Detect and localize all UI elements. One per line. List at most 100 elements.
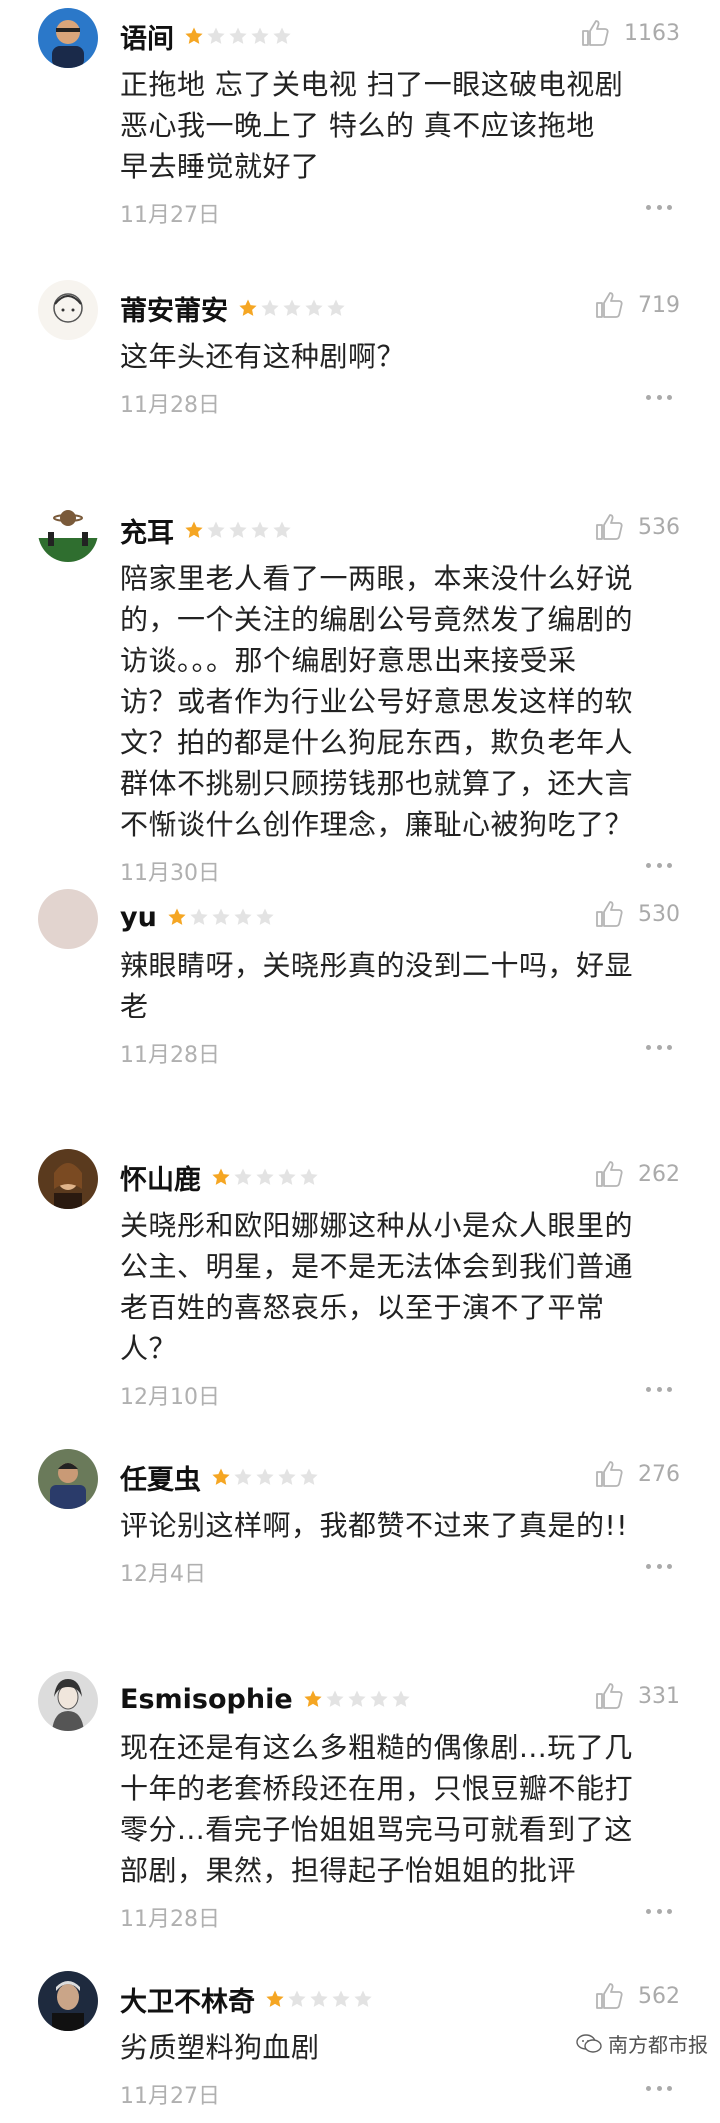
star-empty-icon <box>234 1168 252 1185</box>
star-empty-icon <box>207 27 225 44</box>
avatar[interactable] <box>38 889 98 949</box>
rating-stars <box>265 1989 375 2009</box>
like-button[interactable]: 719 <box>594 290 680 320</box>
rating-stars <box>184 520 294 540</box>
watermark: 南方都市报 <box>576 2029 708 2058</box>
star-filled-icon <box>212 1468 230 1485</box>
star-empty-icon <box>370 1690 388 1707</box>
star-empty-icon <box>234 1468 252 1485</box>
star-empty-icon <box>256 908 274 925</box>
star-filled-icon <box>212 1168 230 1185</box>
star-empty-icon <box>300 1168 318 1185</box>
comment-text: 正拖地 忘了关电视 扫了一眼这破电视剧 恶心我一晚上了 特么的 真不应该拖地 早… <box>120 68 624 183</box>
star-empty-icon <box>261 299 279 316</box>
comment-text: 现在还是有这么多粗糙的偶像剧...玩了几 十年的老套桥段还在用，只恨豆瓣不能打 … <box>120 1731 634 1887</box>
star-filled-icon <box>185 521 203 538</box>
avatar[interactable] <box>38 8 98 68</box>
avatar[interactable] <box>38 1671 98 1731</box>
user-name[interactable]: 语间 <box>120 17 174 56</box>
star-empty-icon <box>283 299 301 316</box>
comment-date: 11月27日 <box>120 2084 220 2109</box>
star-empty-icon <box>300 1468 318 1485</box>
star-empty-icon <box>273 27 291 44</box>
thumbs-up-icon <box>596 292 623 318</box>
rating-stars <box>167 907 277 927</box>
rating-stars <box>211 1467 321 1487</box>
star-empty-icon <box>326 1690 344 1707</box>
like-button[interactable]: 536 <box>594 512 680 542</box>
comment-feed: 语间 1163 正拖地 忘了关电视 扫了一眼这破电视剧 恶心我一晚上了 特么的 … <box>0 0 720 2123</box>
thumbs-up-icon <box>596 901 623 927</box>
thumbs-up-icon <box>582 20 609 46</box>
more-options-icon[interactable] <box>646 863 672 871</box>
like-count: 1163 <box>624 20 680 46</box>
more-options-icon[interactable] <box>646 1564 672 1572</box>
like-button[interactable]: 1163 <box>580 18 680 48</box>
star-empty-icon <box>256 1168 274 1185</box>
star-filled-icon <box>266 1990 284 2007</box>
more-options-icon[interactable] <box>646 205 672 213</box>
like-count: 530 <box>638 901 680 927</box>
avatar[interactable] <box>38 280 98 340</box>
watermark-text: 南方都市报 <box>608 2033 708 2057</box>
comment-item: 充耳 536 陪家里老人看了一两眼，本来没什么好说 的，一个关注的编剧公号竟然发… <box>0 494 720 886</box>
user-name[interactable]: 充耳 <box>120 511 174 550</box>
user-name[interactable]: 莆安莆安 <box>120 289 228 328</box>
star-empty-icon <box>251 27 269 44</box>
comment-item: yu 530 辣眼睛呀，关晓彤真的没到二十吗，好显 老 11月28日 <box>0 881 720 1081</box>
comment-date: 11月28日 <box>120 1043 220 1068</box>
comment-text: 辣眼睛呀，关晓彤真的没到二十吗，好显 老 <box>120 949 634 1023</box>
star-empty-icon <box>229 27 247 44</box>
thumbs-up-icon <box>596 1161 623 1187</box>
user-name[interactable]: 任夏虫 <box>120 1458 201 1497</box>
avatar[interactable] <box>38 1149 98 1209</box>
star-empty-icon <box>327 299 345 316</box>
user-name[interactable]: yu <box>120 902 157 933</box>
star-empty-icon <box>273 521 291 538</box>
comment-date: 12月4日 <box>120 1562 206 1587</box>
comment-text: 关晓彤和欧阳娜娜这种从小是众人眼里的 公主、明星，是不是无法体会到我们普通 老百… <box>120 1209 634 1365</box>
star-filled-icon <box>304 1690 322 1707</box>
comment-text: 陪家里老人看了一两眼，本来没什么好说 的，一个关注的编剧公号竟然发了编剧的 访谈… <box>120 562 634 841</box>
user-name[interactable]: 大卫不林奇 <box>120 1980 255 2019</box>
like-button[interactable]: 331 <box>594 1681 680 1711</box>
like-button[interactable]: 530 <box>594 899 680 929</box>
like-count: 276 <box>638 1461 680 1487</box>
comment-item: 怀山鹿 262 关晓彤和欧阳娜娜这种从小是众人眼里的 公主、明星，是不是无法体会… <box>0 1141 720 1410</box>
user-name[interactable]: Esmisophie <box>120 1684 293 1715</box>
star-empty-icon <box>229 521 247 538</box>
like-count: 719 <box>638 292 680 318</box>
comment-date: 12月10日 <box>120 1385 220 1410</box>
star-empty-icon <box>278 1468 296 1485</box>
rating-stars <box>303 1689 413 1709</box>
wechat-icon <box>576 2033 602 2053</box>
star-empty-icon <box>348 1690 366 1707</box>
more-options-icon[interactable] <box>646 1045 672 1053</box>
like-button[interactable]: 562 <box>594 1981 680 2011</box>
star-empty-icon <box>256 1468 274 1485</box>
more-options-icon[interactable] <box>646 2086 672 2094</box>
rating-stars <box>238 298 348 318</box>
more-options-icon[interactable] <box>646 1909 672 1917</box>
rating-stars <box>184 26 294 46</box>
comment-item: 语间 1163 正拖地 忘了关电视 扫了一眼这破电视剧 恶心我一晚上了 特么的 … <box>0 0 720 228</box>
avatar[interactable] <box>38 1971 98 2031</box>
avatar[interactable] <box>38 502 98 562</box>
star-empty-icon <box>212 908 230 925</box>
user-name[interactable]: 怀山鹿 <box>120 1158 201 1197</box>
star-empty-icon <box>278 1168 296 1185</box>
star-filled-icon <box>168 908 186 925</box>
comment-item: 任夏虫 276 评论别这样啊，我都赞不过来了真是的!! 12月4日 <box>0 1441 720 1601</box>
star-filled-icon <box>185 27 203 44</box>
avatar[interactable] <box>38 1449 98 1509</box>
comment-item: Esmisophie 331 现在还是有这么多粗糙的偶像剧...玩了几 十年的老… <box>0 1663 720 1932</box>
comment-text: 评论别这样啊，我都赞不过来了真是的!! <box>120 1509 628 1542</box>
like-button[interactable]: 262 <box>594 1159 680 1189</box>
like-button[interactable]: 276 <box>594 1459 680 1489</box>
like-count: 331 <box>638 1683 680 1709</box>
more-options-icon[interactable] <box>646 395 672 403</box>
thumbs-up-icon <box>596 1983 623 2009</box>
more-options-icon[interactable] <box>646 1387 672 1395</box>
like-count: 562 <box>638 1983 680 2009</box>
star-empty-icon <box>392 1690 410 1707</box>
